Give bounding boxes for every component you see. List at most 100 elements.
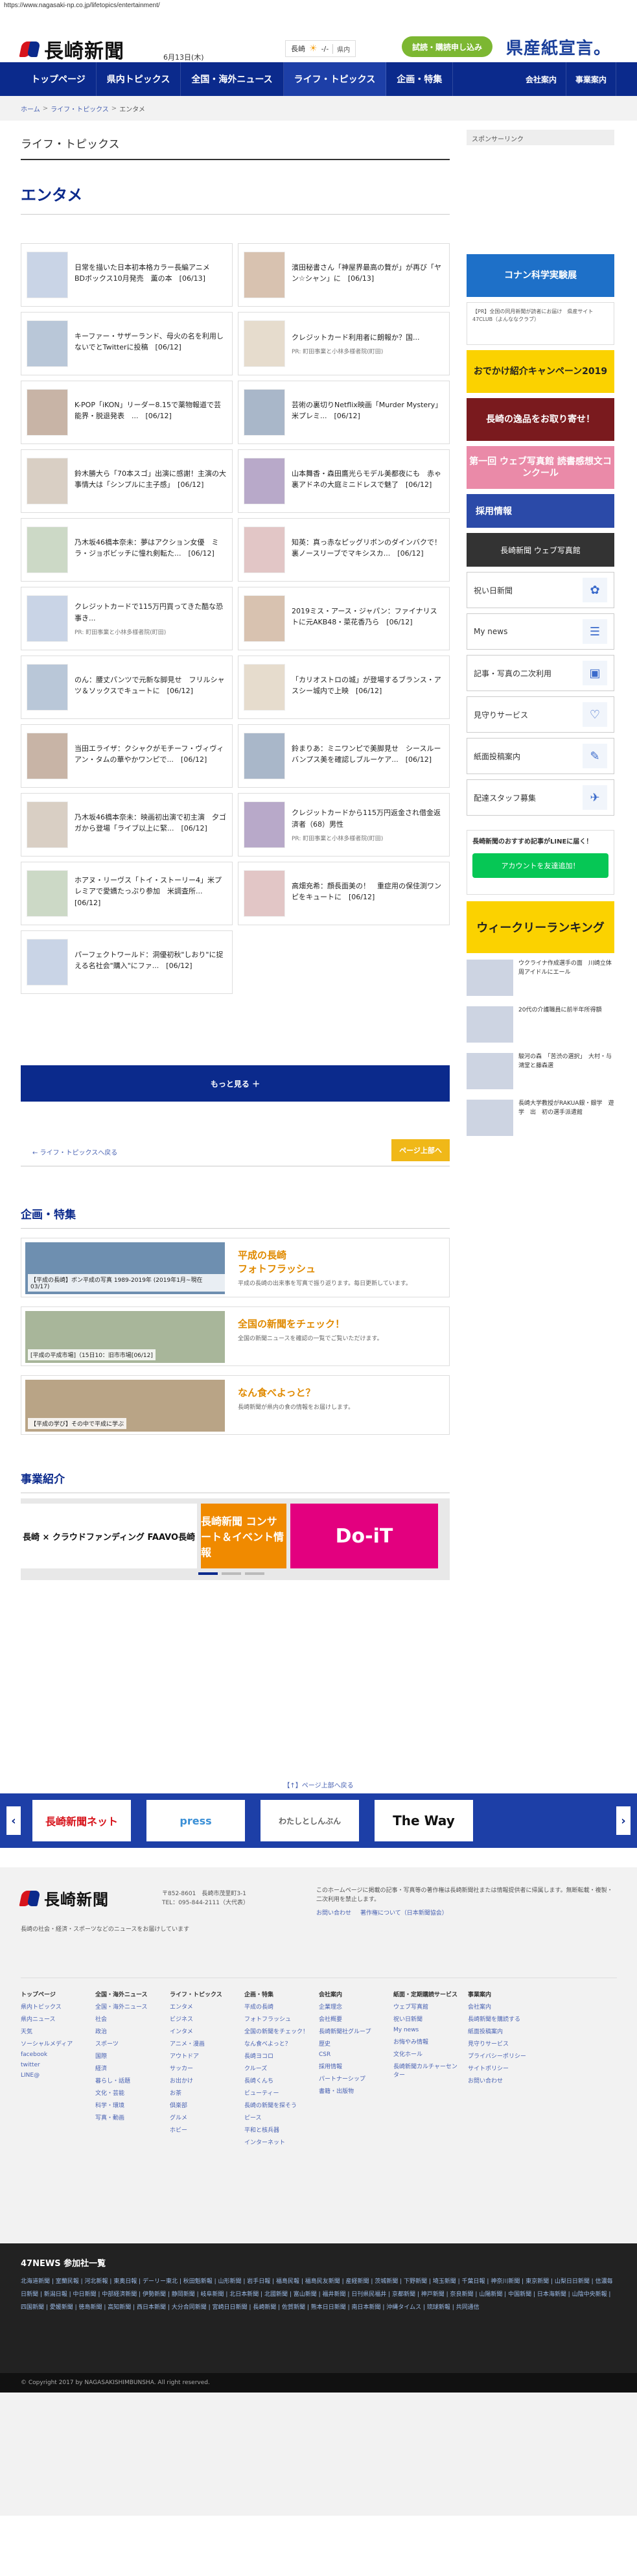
feature-title[interactable]: 全国の新聞をチェック！	[238, 1318, 383, 1331]
article-title[interactable]: のん：腰丈パンツで元新な脚見せ フリルシャツ＆ソックスでキュートに [06/12…	[75, 674, 227, 696]
ranking-thumbnail[interactable]	[467, 1006, 513, 1043]
footer-link[interactable]: My news	[393, 2027, 461, 2033]
sidebar-button[interactable]: 見守りサービス ♡	[467, 696, 614, 733]
article-card[interactable]: 当田エライザ：クシャクがモチーフ・ヴィヴィアン・タムの華やかワンピで... [0…	[21, 724, 233, 788]
article-title[interactable]: クレジットカードで115万円買ってきた酷な恐事き...	[75, 601, 227, 623]
footer-link[interactable]: お出かけ	[170, 2076, 238, 2085]
sidebar-button[interactable]: 祝い日新聞 ✿	[467, 572, 614, 608]
article-thumbnail[interactable]	[27, 801, 68, 848]
ranking-item[interactable]: 駿河の森 「苦渋の選択」 大村・与鴻堂と藤森選	[467, 1053, 614, 1093]
footer-link[interactable]: 政治	[95, 2027, 163, 2035]
footer-link[interactable]: 社会	[95, 2015, 163, 2023]
article-title[interactable]: 「カリオストロの城」が登場するブランス・アスシー城内で上映 [06/12]	[292, 674, 444, 696]
article-thumbnail[interactable]	[244, 320, 285, 367]
sidebar-button[interactable]: 紙面投稿案内 ✎	[467, 738, 614, 774]
article-card[interactable]: K-POP「iKON」リーダー8.15で薬物報道で芸能界・脱退発表 ... [0…	[21, 381, 233, 444]
nav-item-business[interactable]: 事業案内	[566, 62, 616, 96]
article-card[interactable]: 鈴まりあ：ミニワンピで美脚見せ シースルーバンプス美を確認しブルーケア... […	[238, 724, 450, 788]
footer-copyright-link[interactable]: 著作権について（日本新聞協会）	[360, 1909, 448, 1919]
news47-list[interactable]: 北海道新聞 | 室蘭民報 | 河北新報 | 東奥日報 | デーリー東北 | 秋田…	[21, 2276, 617, 2314]
footer-link[interactable]: 経済	[95, 2064, 163, 2072]
article-thumbnail[interactable]	[244, 870, 285, 917]
sidebar-pr-ad[interactable]: 【PR】全国の同月新聞が読者にお届け 県産サイト 47CLUB（よんななクラブ）	[467, 302, 614, 345]
footer-link[interactable]: ビューティー	[244, 2088, 312, 2097]
ranking-item[interactable]: ウクライナ作成選手の面 川崎立体 周アイドルにエール	[467, 960, 618, 1000]
footer-link[interactable]: 見守りサービス	[468, 2039, 536, 2048]
url-bar[interactable]: https://www.nagasaki-np.co.jp/lifetopics…	[0, 0, 637, 12]
footer-link[interactable]: 県内トピックス	[21, 2002, 89, 2011]
nav-item-top[interactable]: トップページ	[21, 62, 97, 96]
sidebar-button[interactable]: 記事・写真の二次利用 ▣	[467, 655, 614, 691]
article-card[interactable]: 「カリオストロの城」が登場するブランス・アスシー城内で上映 [06/12]	[238, 656, 450, 719]
footer-link[interactable]: 文化ホール	[393, 2050, 461, 2058]
article-thumbnail[interactable]	[27, 458, 68, 504]
article-thumbnail[interactable]	[244, 458, 285, 504]
biz-slide-faavo[interactable]: 長崎 × クラウドファンディング FAAVO長崎	[21, 1504, 197, 1568]
sidebar-banner-products[interactable]: 長崎の逸品をお取り寄せ！	[467, 398, 614, 441]
footer-link[interactable]: 企業理念	[319, 2002, 387, 2011]
ranking-text[interactable]: ウクライナ作成選手の面 川崎立体 周アイドルにエール	[518, 960, 618, 1000]
footer-link[interactable]: 長崎の新聞を探そう	[244, 2101, 312, 2109]
footer-link[interactable]: 天気	[21, 2027, 89, 2035]
nav-item-local[interactable]: 県内トピックス	[97, 62, 181, 96]
business-carousel[interactable]: 長崎 × クラウドファンディング FAAVO長崎 長崎新聞 コンサート＆イベント…	[21, 1498, 450, 1580]
footer-column-head[interactable]: 全国・海外ニュース	[95, 1990, 163, 1998]
footer-link[interactable]: ビジネス	[170, 2015, 238, 2023]
carousel-dot[interactable]	[245, 1572, 264, 1575]
article-thumbnail[interactable]	[27, 252, 68, 298]
article-title[interactable]: 知英：真っ赤なピッグリボンのダインバクで！ 裏ノースリーブでマキシスカ... […	[292, 537, 448, 559]
footer-link[interactable]: ウェブ写真館	[393, 2002, 461, 2011]
ranking-thumbnail[interactable]	[467, 960, 513, 996]
footer-link[interactable]: お悔やみ情報	[393, 2037, 461, 2046]
feature-image[interactable]: [平成の平成市場]（15日10：旧市市場[06/12]	[25, 1311, 225, 1363]
footer-link[interactable]: 歴史	[319, 2039, 387, 2048]
sidebar-banner-campaign[interactable]: おでかけ紹介キャンペーン2019	[467, 350, 614, 393]
footer-link[interactable]: 平成の長崎	[244, 2002, 312, 2011]
partner-logo[interactable]: わたしとしんぶん	[261, 1800, 359, 1841]
article-title[interactable]: 日常を描いた日本初本格カラー長編アニメ BDボックス10月発売 薫の本 [06/…	[75, 262, 227, 284]
article-card[interactable]: 2019ミス・アース・ジャパン：ファイナリストに元AKB48・菜花香乃ら [06…	[238, 587, 450, 650]
trial-subscription-button[interactable]: 試読・購読申し込み	[402, 36, 492, 57]
footer-link[interactable]: プライバシーポリシー	[468, 2051, 536, 2060]
article-thumbnail[interactable]	[244, 252, 285, 298]
nav-item-national[interactable]: 全国・海外ニュース	[181, 62, 284, 96]
footer-link[interactable]: 長崎新聞カルチャーセンター	[393, 2062, 461, 2079]
sidebar-banner-conan[interactable]: コナン科学実験展	[467, 254, 614, 297]
site-logo[interactable]: 長崎新聞	[19, 35, 124, 64]
line-add-friend-button[interactable]: アカウントを友達追加！	[472, 853, 608, 878]
sidebar-button[interactable]: My news ☰	[467, 613, 614, 650]
footer-link[interactable]: 平和と核兵器	[244, 2125, 312, 2134]
article-title[interactable]: クレジットカードから115万円返金され借金返済者（68）男性	[292, 807, 444, 829]
article-title[interactable]: 鈴木勝大ら「70本スゴ」出演に感謝！主演の大事情大は「シンプルに主子感」 [06…	[75, 468, 227, 490]
weather-widget[interactable]: 長崎 ☀ -/- 県内	[285, 40, 356, 57]
article-title[interactable]: 芸術の裏切りNetflix映画「Murder Mystery」米プレミ... […	[292, 399, 444, 421]
more-button[interactable]: もっと見る ＋	[21, 1065, 450, 1102]
footer-link[interactable]: 科学・環境	[95, 2101, 163, 2109]
footer-link[interactable]: 長崎新聞を購読する	[468, 2015, 536, 2023]
article-thumbnail[interactable]	[27, 595, 68, 642]
article-card[interactable]: パーフェクトワールド：洞優初秋"しおり"に捉える名社会"購入"にファ... [0…	[21, 930, 233, 994]
footer-link[interactable]: 会社概要	[319, 2015, 387, 2023]
article-thumbnail[interactable]	[27, 389, 68, 436]
article-thumbnail[interactable]	[244, 595, 285, 642]
ranking-thumbnail[interactable]	[467, 1100, 513, 1136]
nav-item-life[interactable]: ライフ・トピックス	[283, 62, 387, 96]
feature-image[interactable]: 【平成の学び】その中で平成に学ぶ	[25, 1380, 225, 1432]
nav-item-features[interactable]: 企画・特集	[386, 62, 454, 96]
footer-link[interactable]: 紙面投稿案内	[468, 2027, 536, 2035]
carousel-dot[interactable]	[222, 1572, 241, 1575]
weekly-ranking-banner[interactable]: ウィークリーランキング	[467, 901, 614, 953]
article-card[interactable]: 鈴木勝大ら「70本スゴ」出演に感謝！主演の大事情大は「シンプルに主子感」 [06…	[21, 449, 233, 513]
article-card[interactable]: クレジットカードから115万円返金され借金返済者（68）男性 PR: 町田事業と小…	[238, 793, 450, 857]
footer-logo[interactable]: 長崎新聞	[19, 1887, 109, 1909]
footer-link[interactable]: 採用情報	[319, 2062, 387, 2070]
article-card[interactable]: クレジットカード利用者に朗報か？国... PR: 町田事業と小林多様者院(町田)	[238, 312, 450, 375]
footer-contact-link[interactable]: お問い合わせ	[316, 1909, 351, 1919]
article-title[interactable]: ホアヌ・リーヴス「トイ・ストーリー4」米プレミアで愛嬌たっぷり参加 米調査所..…	[75, 875, 227, 908]
footer-link[interactable]: twitter	[21, 2062, 89, 2068]
article-title[interactable]: 乃木坂46橋本奈未：夢はアクション女優 ミラ・ジョボビッチに憧れ剣転た... […	[75, 537, 227, 559]
carousel-dot[interactable]	[198, 1572, 218, 1575]
page-top-button[interactable]: ページ上部へ	[391, 1139, 450, 1161]
footer-link[interactable]: ピース	[244, 2113, 312, 2121]
recruit-banner[interactable]: 採用情報	[467, 494, 614, 528]
